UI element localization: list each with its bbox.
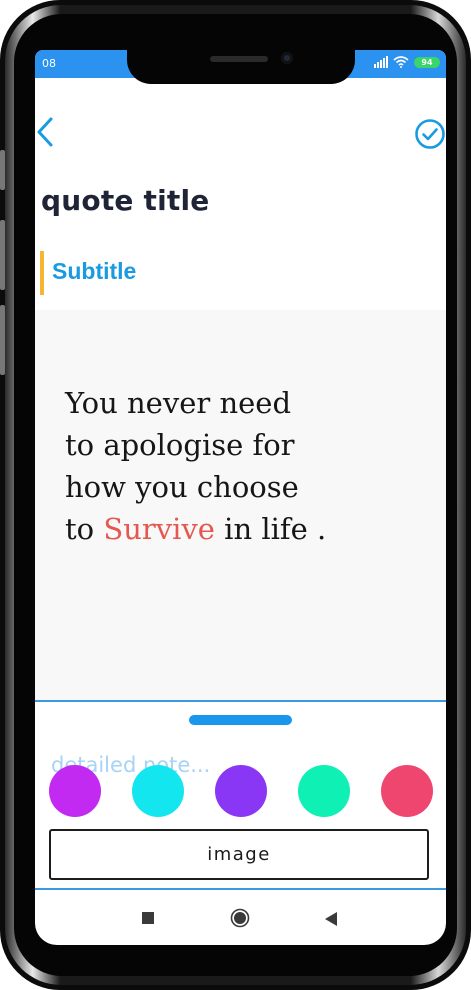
image-button[interactable]: image [49, 829, 429, 880]
battery-icon: 94 [414, 56, 440, 68]
quote-line-1: You never need [65, 386, 292, 420]
nav-back-triangle-icon[interactable] [325, 911, 337, 926]
chevron-left-icon [37, 117, 53, 147]
color-swatch-cyan[interactable] [132, 765, 184, 817]
recents-square-icon[interactable] [142, 912, 154, 924]
color-swatch-purple[interactable] [49, 765, 101, 817]
quote-line-4-suffix: in life . [214, 512, 327, 546]
bottom-sheet-drag-handle[interactable] [189, 715, 292, 725]
bottom-sheet-divider [35, 700, 446, 702]
quote-card[interactable]: You never need to apologise for how you … [35, 310, 446, 700]
quote-line-2: to apologise for [65, 428, 295, 462]
color-swatch-pink[interactable] [381, 765, 433, 817]
app-screen: 08 94 quote title Subtitle You never nee… [35, 50, 446, 945]
subtitle[interactable]: Subtitle [52, 258, 136, 285]
wifi-icon [393, 56, 409, 68]
earpiece-speaker [210, 56, 268, 62]
volume-down-button [0, 305, 5, 375]
home-circle-icon[interactable] [230, 908, 250, 928]
color-swatch-mint[interactable] [298, 765, 350, 817]
signal-icon [374, 56, 388, 68]
volume-up-button [0, 220, 5, 290]
nav-divider [35, 888, 446, 890]
front-camera [281, 52, 293, 64]
subtitle-accent-bar [40, 251, 44, 295]
quote-line-4-prefix: to [65, 512, 104, 546]
color-swatch-violet[interactable] [215, 765, 267, 817]
back-button[interactable] [35, 114, 57, 150]
quote-title[interactable]: quote title [41, 184, 210, 217]
quote-highlight-word: Survive [103, 512, 215, 546]
quote-text: You never need to apologise for how you … [65, 382, 326, 550]
save-check-button[interactable] [414, 118, 446, 150]
quote-line-3: how you choose [65, 470, 299, 504]
check-circle-icon [415, 119, 445, 149]
status-time: 08 [42, 57, 56, 70]
camera-notch [127, 50, 355, 84]
mute-switch [0, 150, 5, 190]
status-icons: 94 [374, 56, 440, 68]
